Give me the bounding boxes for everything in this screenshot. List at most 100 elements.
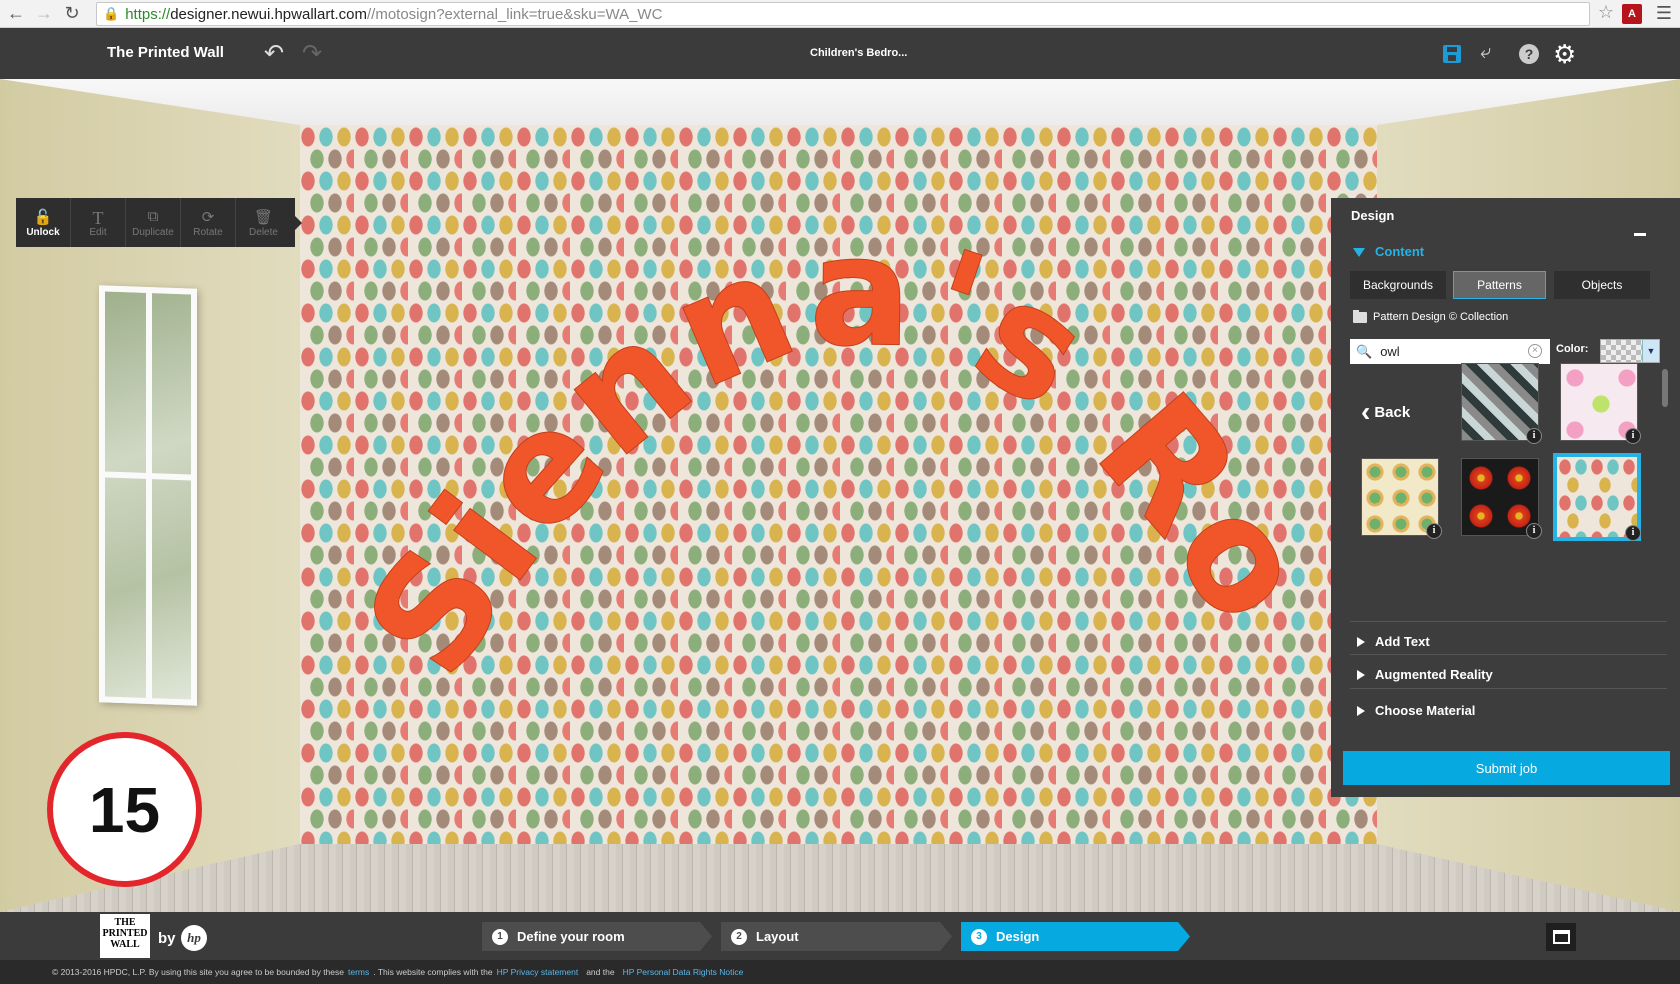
info-icon[interactable]: i (1625, 428, 1641, 444)
thumbnail-scrollbar[interactable] (1662, 369, 1668, 407)
pdf-extension-icon[interactable]: A (1622, 4, 1642, 24)
wallpaper-owl-pattern[interactable] (300, 125, 1377, 844)
collapsed-triangle-icon (1357, 669, 1365, 680)
step-number: 2 (731, 929, 747, 945)
duplicate-icon: ⧉ (147, 207, 159, 225)
number-badge: 15 (47, 732, 202, 887)
footer-and-text: and the (586, 967, 615, 977)
content-section-header[interactable]: Content (1353, 244, 1424, 259)
step-bar: THE PRINTED WALL by hp 1 Define your roo… (0, 912, 1680, 960)
step-define-room[interactable]: 1 Define your room (482, 922, 712, 951)
design-panel: Design Content Backgrounds Patterns Obje… (1331, 198, 1680, 797)
submit-job-button[interactable]: Submit job (1343, 751, 1670, 785)
clear-search-icon[interactable]: × (1528, 344, 1542, 358)
expanded-triangle-icon (1353, 248, 1365, 258)
step-design[interactable]: 3 Design (961, 922, 1190, 951)
info-icon[interactable]: i (1426, 523, 1442, 539)
collapsed-triangle-icon (1357, 636, 1365, 647)
privacy-statement-link[interactable]: HP Privacy statement (497, 967, 579, 977)
browser-menu-icon[interactable]: ☰ (1656, 3, 1672, 24)
element-edit-toolbar: 🔓 Unlock T Edit ⧉ Duplicate ⟳ Rotate 🗑 D… (16, 198, 302, 247)
divider (1350, 654, 1667, 655)
choose-material-section[interactable]: Choose Material (1357, 703, 1475, 718)
text-icon: T (92, 207, 104, 228)
gear-icon[interactable]: ⚙ (1553, 39, 1576, 70)
search-input[interactable] (1380, 344, 1521, 359)
app-header: The Printed Wall ↶ ↷ Children's Bedro...… (0, 29, 1680, 79)
step-label: Define your room (517, 929, 625, 944)
edit-button[interactable]: T Edit (71, 198, 126, 247)
add-text-section[interactable]: Add Text (1357, 634, 1430, 649)
document-name[interactable]: Children's Bedro... (810, 47, 907, 59)
bookmark-star-icon[interactable]: ☆ (1598, 2, 1614, 23)
collapsed-triangle-icon (1357, 705, 1365, 716)
duplicate-label: Duplicate (132, 226, 174, 238)
back-label: Back (1374, 403, 1411, 421)
help-icon[interactable]: ? (1519, 44, 1539, 64)
terms-link[interactable]: terms (348, 967, 369, 977)
step-layout[interactable]: 2 Layout (721, 922, 952, 951)
tab-backgrounds[interactable]: Backgrounds (1350, 271, 1446, 299)
step-label: Design (996, 929, 1040, 944)
delete-label: Delete (249, 226, 278, 238)
hp-logo[interactable]: hp (181, 925, 207, 951)
lock-icon: 🔒 (103, 6, 120, 21)
tab-objects[interactable]: Objects (1554, 271, 1650, 299)
by-text: by (158, 930, 176, 947)
back-button[interactable]: ‹ Back (1361, 396, 1411, 427)
duplicate-button[interactable]: ⧉ Duplicate (126, 198, 181, 247)
unlock-label: Unlock (26, 226, 60, 238)
edit-label: Edit (89, 226, 107, 238)
pattern-thumb-circles[interactable]: i (1361, 458, 1442, 539)
footer: © 2013-2016 HPDC, L.P. By using this sit… (0, 960, 1680, 984)
choose-material-label: Choose Material (1375, 703, 1476, 718)
search-box: 🔍 × (1350, 339, 1550, 364)
chevron-down-icon[interactable]: ▼ (1642, 340, 1659, 362)
rotate-icon: ⟳ (201, 208, 215, 226)
pattern-thumb-geometric[interactable]: i (1461, 363, 1542, 444)
undo-icon[interactable]: ↶ (264, 39, 284, 68)
collection-label[interactable]: Pattern Design © Collection (1353, 309, 1508, 323)
fullscreen-icon[interactable] (1546, 923, 1576, 951)
step-number: 1 (492, 929, 508, 945)
redo-icon[interactable]: ↷ (302, 39, 322, 68)
pattern-thumb-pink-owls[interactable]: i (1560, 363, 1641, 444)
save-icon[interactable] (1443, 45, 1461, 63)
rotate-label: Rotate (193, 226, 223, 238)
folder-icon (1353, 309, 1367, 323)
reload-icon[interactable]: ↻ (60, 2, 84, 26)
pattern-thumb-colorful-owls[interactable]: i (1553, 453, 1641, 541)
step-number: 3 (971, 929, 987, 945)
the-printed-wall-logo[interactable]: THE PRINTED WALL (100, 914, 150, 958)
minimize-icon[interactable] (1634, 233, 1646, 236)
info-icon[interactable]: i (1526, 428, 1542, 444)
browser-toolbar: ← → ↻ 🔒 https://designer.newui.hpwallart… (0, 0, 1680, 28)
data-rights-link[interactable]: HP Personal Data Rights Notice (623, 967, 744, 977)
footer-copyright: © 2013-2016 HPDC, L.P. By using this sit… (52, 967, 344, 977)
tab-patterns[interactable]: Patterns (1453, 271, 1546, 299)
unlock-icon: 🔓 (33, 208, 53, 226)
footer-compliance-text: . This website complies with the (373, 967, 493, 977)
panel-title: Design (1351, 208, 1395, 223)
url-host: designer.newui.hpwallart.com (170, 5, 367, 23)
delete-button[interactable]: 🗑 Delete (236, 198, 291, 247)
chevron-left-icon: ‹ (1361, 396, 1371, 427)
app-title[interactable]: The Printed Wall (107, 44, 224, 61)
content-section-label: Content (1375, 244, 1425, 259)
unlock-button[interactable]: 🔓 Unlock (16, 198, 71, 247)
forward-arrow-icon[interactable]: → (32, 2, 56, 26)
share-icon[interactable]: ⤶ (1480, 41, 1491, 64)
search-icon: 🔍 (1356, 343, 1373, 359)
trash-icon: 🗑 (253, 208, 274, 226)
info-icon[interactable]: i (1526, 523, 1542, 539)
step-label: Layout (756, 929, 799, 944)
augmented-reality-section[interactable]: Augmented Reality (1357, 667, 1493, 682)
url-scheme: https:// (125, 5, 171, 23)
window (99, 285, 197, 706)
color-picker[interactable]: ▼ (1600, 339, 1660, 363)
rotate-button[interactable]: ⟳ Rotate (181, 198, 236, 247)
pattern-thumb-red-dots[interactable]: i (1461, 458, 1542, 539)
info-icon[interactable]: i (1625, 525, 1641, 541)
back-arrow-icon[interactable]: ← (4, 2, 28, 26)
address-bar[interactable]: 🔒 https://designer.newui.hpwallart.com//… (96, 2, 1590, 26)
